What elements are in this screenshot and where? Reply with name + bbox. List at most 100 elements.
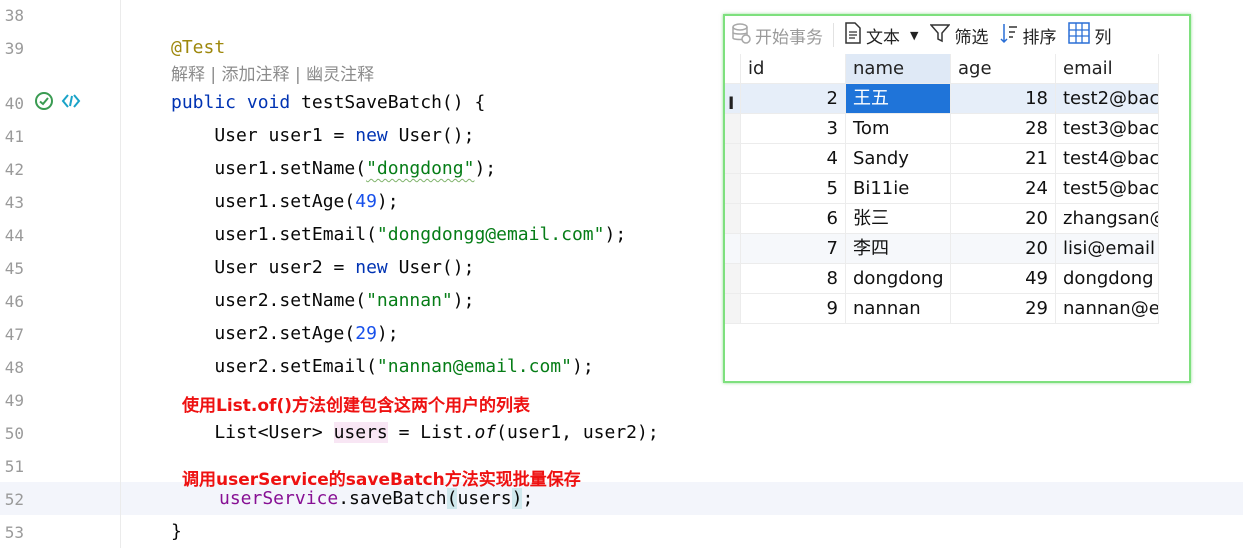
column-header-age[interactable]: age [951,54,1056,84]
cell-email[interactable]: test4@bac [1056,144,1159,174]
table-row[interactable]: I 2 王五 18 test2@bac [725,84,1159,114]
table-row[interactable]: 9 nannan 29 nannan@e [725,294,1159,324]
string-literal: "nannan@email.com" [376,356,572,377]
cell-age[interactable]: 21 [951,144,1056,174]
row-header-corner [725,54,741,84]
cell-age[interactable]: 49 [951,264,1056,294]
keyword: new [355,125,388,146]
chevron-down-icon: ▼ [910,28,919,42]
code-text: ); [571,356,594,377]
line-number: 47 [4,325,24,344]
number-literal: 49 [355,191,377,212]
code-text: testSaveBatch() { [290,92,486,113]
code-text: ); [604,224,627,245]
cell-name[interactable]: Sandy [846,144,951,174]
text-view-label: 文本 [866,27,900,48]
column-header-name[interactable]: name [846,54,951,84]
code-text: user1.setName( [171,158,367,179]
cell-email[interactable]: dongdong [1056,264,1159,294]
cell-email[interactable]: test3@bac [1056,114,1159,144]
row-header[interactable] [725,114,741,144]
code-text: User(); [387,257,475,278]
annotation-note-list-of: 使用List.of()方法创建包含这两个用户的列表 [182,396,530,416]
cell-id[interactable]: 7 [741,234,846,264]
cell-age[interactable]: 24 [951,174,1056,204]
hint-explain[interactable]: 解释 [171,65,205,85]
line-number: 46 [4,292,24,311]
cell-age[interactable]: 20 [951,204,1056,234]
implemented-link-icon[interactable] [60,91,82,115]
code-line-53[interactable]: } [171,515,1243,548]
code-text: List<User> [171,422,334,443]
code-text: users [457,488,512,509]
query-result-panel: 开始事务 文本 ▼ 筛选 排序 列 id name age email I 2 … [723,14,1191,383]
line-number: 42 [4,160,24,179]
sort-button[interactable]: 排序 [994,20,1062,50]
row-header[interactable] [725,234,741,264]
table-row[interactable]: 3 Tom 28 test3@bac [725,114,1159,144]
cell-age[interactable]: 29 [951,294,1056,324]
cell-name[interactable]: Tom [846,114,951,144]
line-number: 48 [4,358,24,377]
table-row[interactable]: 4 Sandy 21 test4@bac [725,144,1159,174]
grid-toolbar: 开始事务 文本 ▼ 筛选 排序 列 [725,16,1189,54]
filter-button[interactable]: 筛选 [924,20,994,50]
cell-id[interactable]: 4 [741,144,846,174]
hint-separator: | [205,65,222,85]
cell-name[interactable]: 张三 [846,204,951,234]
hint-add-comment[interactable]: 添加注释 [222,65,290,85]
cell-name[interactable]: dongdong [846,264,951,294]
code-text: User user2 = [171,257,356,278]
toolbar-divider [833,23,834,47]
line-number: 49 [4,391,24,410]
line-number: 53 [4,523,24,542]
column-header-email[interactable]: email [1056,54,1159,84]
cell-name[interactable]: nannan [846,294,951,324]
code-text: } [171,521,182,542]
cell-id[interactable]: 2 [741,84,846,114]
variable-users: users [333,422,388,443]
line-number: 45 [4,259,24,278]
database-icon [731,22,751,49]
code-text: ); [376,323,399,344]
row-header[interactable] [725,144,741,174]
keyword: public void [171,92,291,113]
table-row[interactable]: 6 张三 20 zhangsan@ [725,204,1159,234]
column-header-id[interactable]: id [741,54,846,84]
run-check-icon[interactable] [34,91,54,115]
line-number: 43 [4,193,24,212]
columns-button[interactable]: 列 [1062,20,1117,50]
cell-email[interactable]: nannan@e [1056,294,1159,324]
row-header[interactable] [725,174,741,204]
code-text: ; [522,488,534,509]
code-text: user2.setAge( [171,323,356,344]
row-header[interactable]: I [725,84,741,114]
code-line-50[interactable]: List<User> users = List.of(user1, user2)… [171,416,1243,449]
cell-id[interactable]: 6 [741,204,846,234]
table-row[interactable]: 8 dongdong 49 dongdong [725,264,1159,294]
line-number: 39 [4,39,24,58]
cell-id[interactable]: 5 [741,174,846,204]
cell-id[interactable]: 8 [741,264,846,294]
row-header[interactable] [725,264,741,294]
table-row[interactable]: 5 Bi11ie 24 test5@bac [725,174,1159,204]
cell-email[interactable]: test2@bac [1056,84,1159,114]
cell-age[interactable]: 28 [951,114,1056,144]
table-row[interactable]: 7 李四 20 lisi@email [725,234,1159,264]
row-header[interactable] [725,204,741,234]
text-view-button[interactable]: 文本 ▼ [838,20,924,50]
cell-email[interactable]: test5@bac [1056,174,1159,204]
cell-age[interactable]: 20 [951,234,1056,264]
cell-email[interactable]: lisi@email [1056,234,1159,264]
cell-name[interactable]: 李四 [846,234,951,264]
row-header[interactable] [725,294,741,324]
cell-id[interactable]: 3 [741,114,846,144]
cell-name[interactable]: Bi11ie [846,174,951,204]
hint-ghost-comment[interactable]: 幽灵注释 [306,65,374,85]
cell-age[interactable]: 18 [951,84,1056,114]
cell-id[interactable]: 9 [741,294,846,324]
cell-name-active[interactable]: 王五 [846,84,951,114]
begin-transaction-button[interactable]: 开始事务 [725,20,829,50]
code-line-52[interactable]: userService.saveBatch(users); [219,482,1243,515]
cell-email[interactable]: zhangsan@ [1056,204,1159,234]
